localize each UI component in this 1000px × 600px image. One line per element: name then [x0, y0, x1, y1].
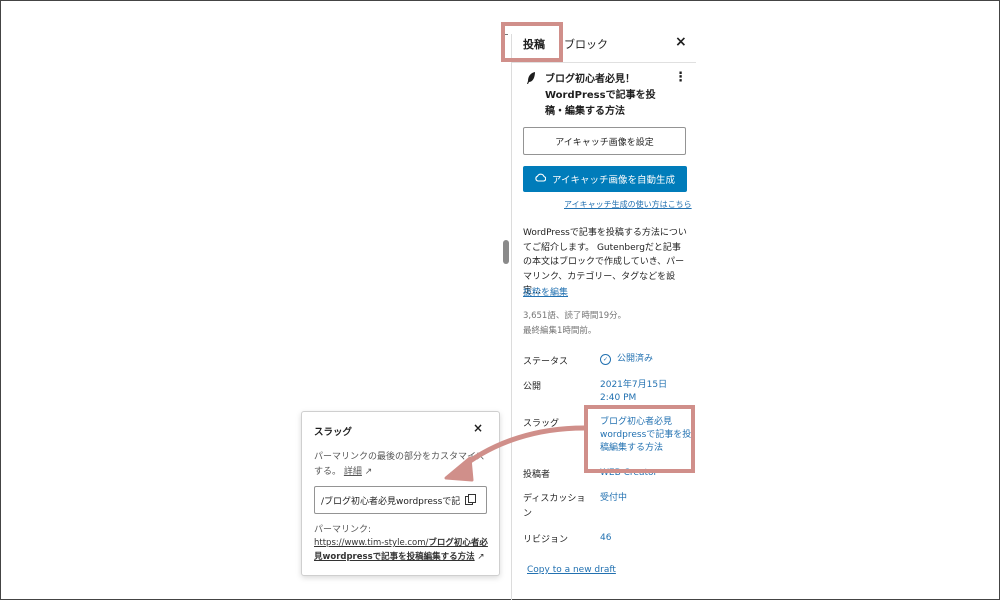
highlight-post-tab — [501, 22, 563, 62]
screenshot-frame — [0, 0, 1000, 600]
external-link-icon: ↗ — [364, 467, 373, 477]
close-sidebar-button[interactable]: × — [675, 34, 687, 50]
auto-generate-label: アイキャッチ画像を自動生成 — [551, 175, 676, 186]
feather-icon — [526, 72, 536, 87]
publish-date-button[interactable]: 2021年7月15日 2:40 PM — [600, 379, 667, 405]
popover-description: パーマリンクの最後の部分をカスタマイズする。 詳細 ↗ — [314, 450, 492, 480]
status-label: ステータス — [523, 357, 569, 367]
author-label: 投稿者 — [523, 470, 551, 480]
featured-help-link[interactable]: アイキャッチ生成の使い方はこちら — [564, 199, 692, 210]
status-text: 公開済み — [617, 354, 654, 364]
discussion-value[interactable]: 受付中 — [600, 492, 627, 505]
slug-popover: スラッグ × パーマリンクの最後の部分をカスタマイズする。 詳細 ↗ /ブログ初… — [301, 411, 500, 576]
popover-close-button[interactable]: × — [473, 421, 483, 435]
permalink-label: パーマリンク: — [314, 525, 372, 535]
publish-label: 公開 — [523, 382, 542, 392]
revisions-value[interactable]: 46 — [600, 532, 611, 545]
permalink-url[interactable]: https://www.tim-style.com/ブログ初心者必見wordpr… — [314, 536, 494, 564]
slug-label: スラッグ — [523, 419, 560, 429]
post-stats: 3,651語、読了時間19分。 最終編集1時間前。 — [523, 309, 626, 339]
revisions-label: リビジョン — [523, 535, 569, 545]
discussion-label: ディスカッション — [523, 494, 586, 519]
popover-title: スラッグ — [314, 427, 353, 438]
kebab-icon[interactable]: ⋮ — [674, 70, 687, 85]
permalink-base: https://www.tim-style.com/ — [314, 538, 429, 548]
copy-to-new-draft-link[interactable]: Copy to a new draft — [527, 565, 616, 575]
description-text: パーマリンクの最後の部分をカスタマイズする。 — [314, 452, 485, 477]
auto-generate-featured-image-button[interactable]: アイキャッチ画像を自動生成 — [523, 166, 687, 192]
edit-excerpt-link[interactable]: 抜粋を編集 — [523, 285, 568, 298]
post-title: ブログ初心者必見！WordPressで記事を投稿・編集する方法 — [545, 74, 656, 117]
set-featured-image-button[interactable]: アイキャッチ画像を設定 — [523, 127, 686, 155]
word-count: 3,651語、読了時間19分。 — [523, 311, 627, 321]
detail-link[interactable]: 詳細 — [344, 467, 362, 477]
status-value[interactable]: ✓ 公開済み — [600, 353, 653, 366]
last-edited: 最終編集1時間前。 — [523, 326, 597, 336]
editor-scrollbar[interactable] — [503, 240, 509, 264]
highlight-slug-value — [584, 405, 695, 473]
publish-date: 2021年7月15日 — [600, 380, 668, 390]
cloud-icon — [535, 173, 547, 185]
permalink-external-icon: ↗ — [477, 552, 485, 562]
slug-input[interactable]: /ブログ初心者必見wordpressで記 — [314, 486, 487, 514]
check-icon: ✓ — [600, 354, 611, 365]
settings-sidebar: 投稿 ブロック × ブログ初心者必見！WordPressで記事を投稿・編集する方… — [512, 26, 696, 600]
copy-icon[interactable] — [465, 494, 476, 505]
publish-time: 2:40 PM — [600, 393, 637, 403]
tab-block[interactable]: ブロック — [564, 36, 608, 52]
